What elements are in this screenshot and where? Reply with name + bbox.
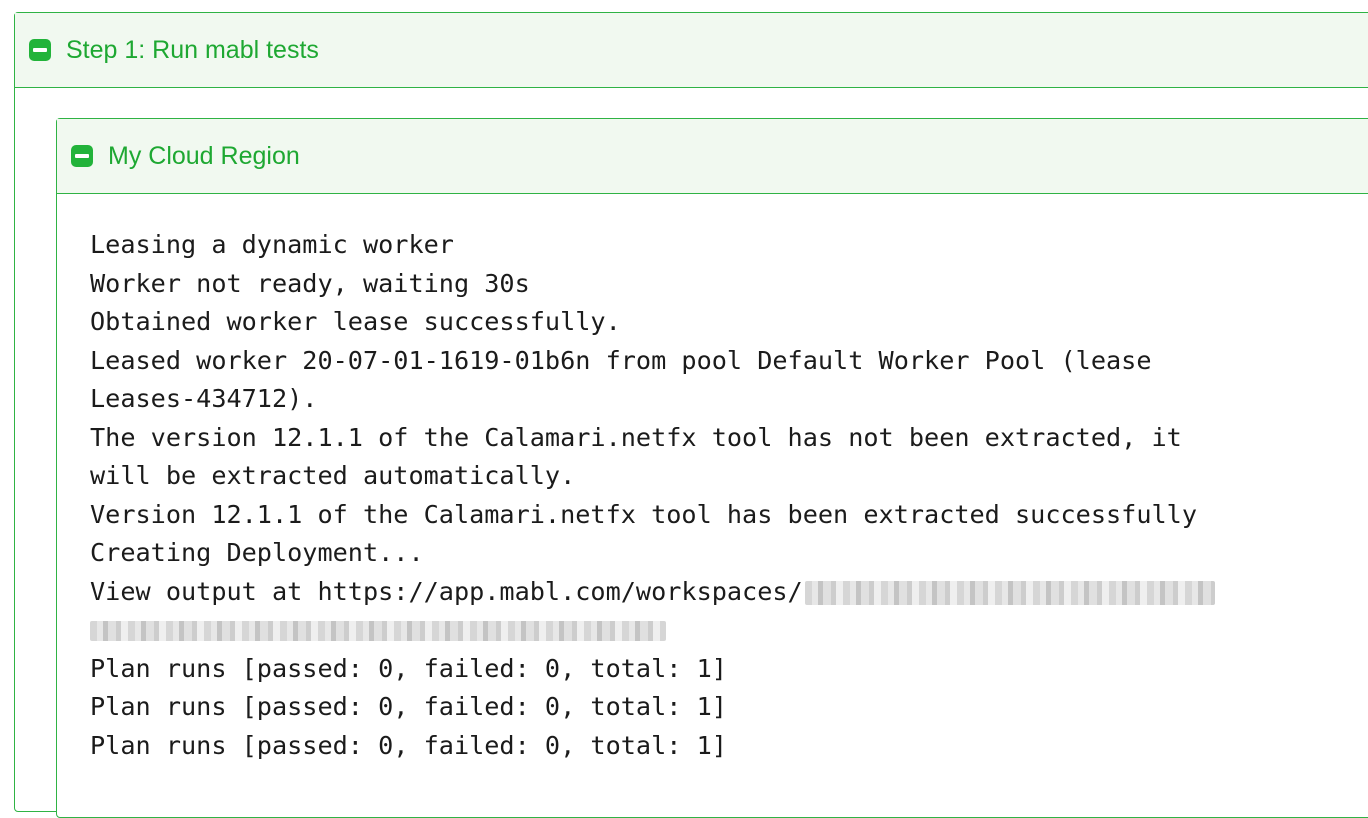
step-title: Step 1: Run mabl tests bbox=[66, 35, 319, 64]
log-line: Plan runs [passed: 0, failed: 0, total: … bbox=[90, 653, 727, 683]
region-header[interactable]: My Cloud Region bbox=[57, 119, 1368, 194]
log-output: Leasing a dynamic worker Worker not read… bbox=[90, 226, 1368, 765]
log-line: Version 12.1.1 of the Calamari.netfx too… bbox=[90, 499, 1197, 529]
step-header[interactable]: Step 1: Run mabl tests bbox=[15, 13, 1368, 88]
redacted-block bbox=[90, 621, 666, 641]
redacted-block bbox=[804, 580, 1215, 605]
step-panel: Step 1: Run mabl tests My Cloud Region L… bbox=[14, 12, 1368, 818]
region-title: My Cloud Region bbox=[108, 141, 300, 170]
collapse-icon[interactable] bbox=[71, 145, 93, 167]
log-line-url: View output at https://app.mabl.com/work… bbox=[90, 573, 1368, 612]
log-line: Plan runs [passed: 0, failed: 0, total: … bbox=[90, 692, 727, 721]
log-line: The version 12.1.1 of the Calamari.netfx… bbox=[90, 422, 1182, 452]
log-line: will be extracted automatically. bbox=[90, 461, 576, 490]
log-line: Creating Deployment... bbox=[90, 538, 424, 567]
log-line: Leasing a dynamic worker bbox=[90, 230, 454, 259]
region-panel: My Cloud Region Leasing a dynamic worker… bbox=[56, 118, 1368, 818]
log-line: Leased worker 20-07-01-1619-01b6n from p… bbox=[90, 345, 1152, 375]
log-line: Leases-434712). bbox=[90, 384, 318, 413]
log-line: Worker not ready, waiting 30s bbox=[90, 268, 530, 298]
collapse-icon[interactable] bbox=[29, 39, 51, 61]
log-line: Obtained worker lease successfully. bbox=[90, 307, 621, 336]
log-url-prefix: View output at https://app.mabl.com/work… bbox=[90, 576, 803, 606]
log-line-redacted bbox=[90, 611, 1368, 650]
